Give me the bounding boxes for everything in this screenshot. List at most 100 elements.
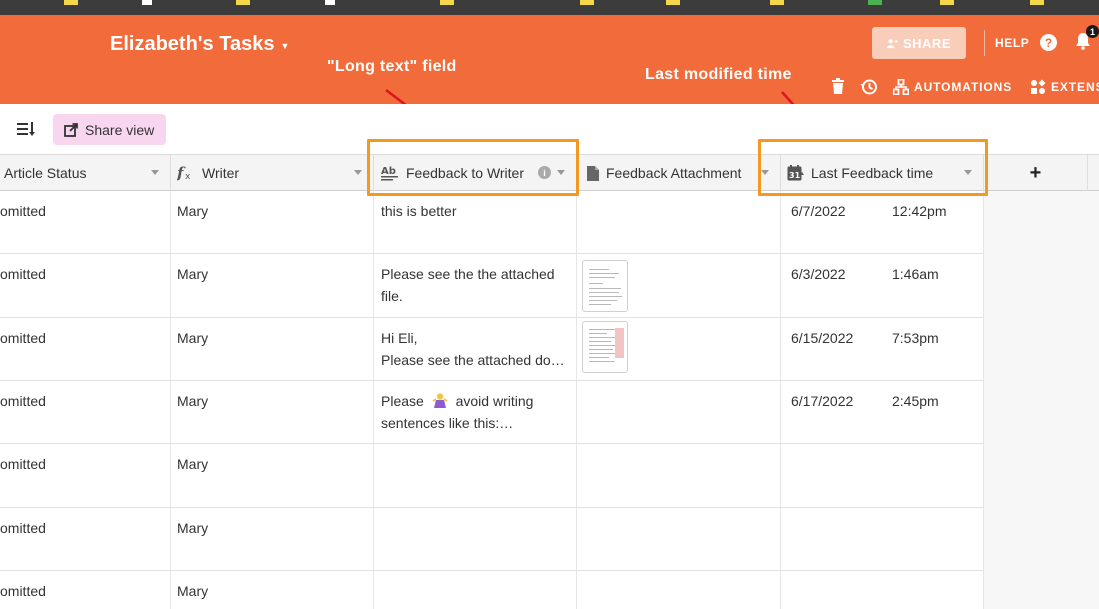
feedback-value-part: avoid writing (455, 393, 534, 409)
writer-cell[interactable]: Mary (171, 444, 374, 507)
time-value: 2:45pm (892, 393, 939, 409)
writer-value: Mary (177, 583, 209, 599)
last-feedback-cell[interactable] (781, 444, 984, 507)
svg-text:Ab: Ab (381, 166, 396, 177)
last-feedback-cell[interactable]: 6/15/2022 7:53pm (781, 318, 984, 380)
attachment-cell[interactable] (577, 191, 781, 253)
feedback-cell[interactable]: Hi Eli, Please see the attached do… (374, 318, 577, 380)
writer-cell[interactable]: Mary (171, 318, 374, 380)
share-view-label: Share view (85, 121, 155, 138)
feedback-value: this is better (381, 203, 457, 219)
table-row[interactable]: omitted Mary Please avoid writing senten… (0, 381, 984, 444)
calendar-modified-icon: 31 (787, 164, 804, 182)
view-toolbar: Share view (0, 104, 1099, 154)
time-value: 1:46am (892, 266, 939, 282)
status-cell[interactable]: omitted (0, 444, 171, 507)
table-row[interactable]: omitted Mary (0, 444, 984, 508)
date-value: 6/7/2022 (791, 203, 846, 219)
chevron-down-icon[interactable] (151, 170, 159, 175)
feedback-value-part: sentences like this:… (381, 415, 514, 431)
attachment-cell[interactable] (577, 318, 781, 380)
column-label: Writer (202, 165, 240, 181)
attachment-thumbnail[interactable] (582, 321, 628, 373)
feedback-value-part: Please (381, 393, 424, 409)
writer-cell[interactable]: Mary (171, 254, 374, 317)
last-feedback-cell[interactable]: 6/17/2022 2:45pm (781, 381, 984, 443)
attachment-thumbnail[interactable] (582, 260, 628, 312)
svg-text:x: x (185, 172, 191, 181)
date-value: 6/3/2022 (791, 266, 846, 282)
status-cell[interactable]: omitted (0, 571, 171, 609)
table-row[interactable]: omitted Mary Hi Eli, Please see the atta… (0, 318, 984, 381)
attachment-cell[interactable] (577, 508, 781, 570)
status-value: omitted (0, 330, 46, 346)
chevron-down-icon[interactable] (557, 170, 565, 175)
chevron-down-icon[interactable] (761, 170, 769, 175)
column-header-article-status[interactable]: Article Status (0, 155, 171, 191)
writer-value: Mary (177, 520, 209, 536)
share-view-button[interactable]: Share view (53, 114, 166, 145)
writer-value: Mary (177, 330, 209, 346)
grid-header: Article Status fx Writer Ab Feedback to … (0, 154, 1099, 191)
writer-value: Mary (177, 393, 209, 409)
status-cell[interactable]: omitted (0, 508, 171, 570)
writer-cell[interactable]: Mary (171, 571, 374, 609)
add-field-button[interactable]: + (984, 155, 1088, 191)
feedback-cell[interactable] (374, 571, 577, 609)
status-value: omitted (0, 266, 46, 282)
writer-value: Mary (177, 203, 209, 219)
status-value: omitted (0, 456, 46, 472)
person-gesturing-emoji-icon (432, 393, 448, 408)
status-cell[interactable]: omitted (0, 381, 171, 443)
column-header-feedback-to-writer[interactable]: Ab Feedback to Writer i (374, 155, 577, 191)
table-row[interactable]: omitted Mary (0, 508, 984, 571)
time-value: 12:42pm (892, 203, 947, 219)
status-cell[interactable]: omitted (0, 191, 171, 253)
writer-value: Mary (177, 266, 209, 282)
share-external-icon (64, 122, 78, 137)
column-label: Feedback to Writer (406, 165, 525, 181)
status-value: omitted (0, 393, 46, 409)
attachment-file-icon (587, 165, 599, 181)
column-label: Article Status (4, 165, 87, 181)
column-header-writer[interactable]: fx Writer (171, 155, 374, 191)
writer-cell[interactable]: Mary (171, 381, 374, 443)
formula-icon: fx (177, 165, 195, 181)
grid-empty-area (984, 191, 1099, 609)
table-row[interactable]: omitted Mary this is better 6/7/2022 12:… (0, 191, 984, 254)
writer-cell[interactable]: Mary (171, 508, 374, 570)
writer-value: Mary (177, 456, 209, 472)
column-header-last-feedback-time[interactable]: 31 Last Feedback time (781, 155, 984, 191)
column-label: Feedback Attachment (606, 165, 742, 181)
chevron-down-icon[interactable] (354, 170, 362, 175)
last-feedback-cell[interactable] (781, 508, 984, 570)
time-value: 7:53pm (892, 330, 939, 346)
feedback-cell[interactable] (374, 444, 577, 507)
column-label: Last Feedback time (811, 165, 934, 181)
attachment-cell[interactable] (577, 444, 781, 507)
feedback-value: Hi Eli, Please see the attached do… (381, 330, 565, 368)
column-header-feedback-attachment[interactable]: Feedback Attachment (577, 155, 781, 191)
status-cell[interactable]: omitted (0, 318, 171, 380)
status-value: omitted (0, 520, 46, 536)
last-feedback-cell[interactable]: 6/7/2022 12:42pm (781, 191, 984, 253)
feedback-cell[interactable] (374, 508, 577, 570)
last-feedback-cell[interactable] (781, 571, 984, 609)
table-row[interactable]: omitted Mary Please see the the attached… (0, 254, 984, 318)
date-value: 6/17/2022 (791, 393, 854, 409)
row-height-icon[interactable] (17, 121, 35, 142)
status-value: omitted (0, 583, 46, 599)
chevron-down-icon[interactable] (964, 170, 972, 175)
attachment-cell[interactable] (577, 571, 781, 609)
info-icon[interactable]: i (538, 166, 551, 179)
feedback-cell[interactable]: Please see the the attached file. (374, 254, 577, 317)
attachment-cell[interactable] (577, 381, 781, 443)
last-feedback-cell[interactable]: 6/3/2022 1:46am (781, 254, 984, 317)
feedback-cell[interactable]: this is better (374, 191, 577, 253)
writer-cell[interactable]: Mary (171, 191, 374, 253)
status-value: omitted (0, 203, 46, 219)
attachment-cell[interactable] (577, 254, 781, 317)
status-cell[interactable]: omitted (0, 254, 171, 317)
table-row[interactable]: omitted Mary (0, 571, 984, 609)
feedback-cell[interactable]: Please avoid writing sentences like this… (374, 381, 577, 443)
